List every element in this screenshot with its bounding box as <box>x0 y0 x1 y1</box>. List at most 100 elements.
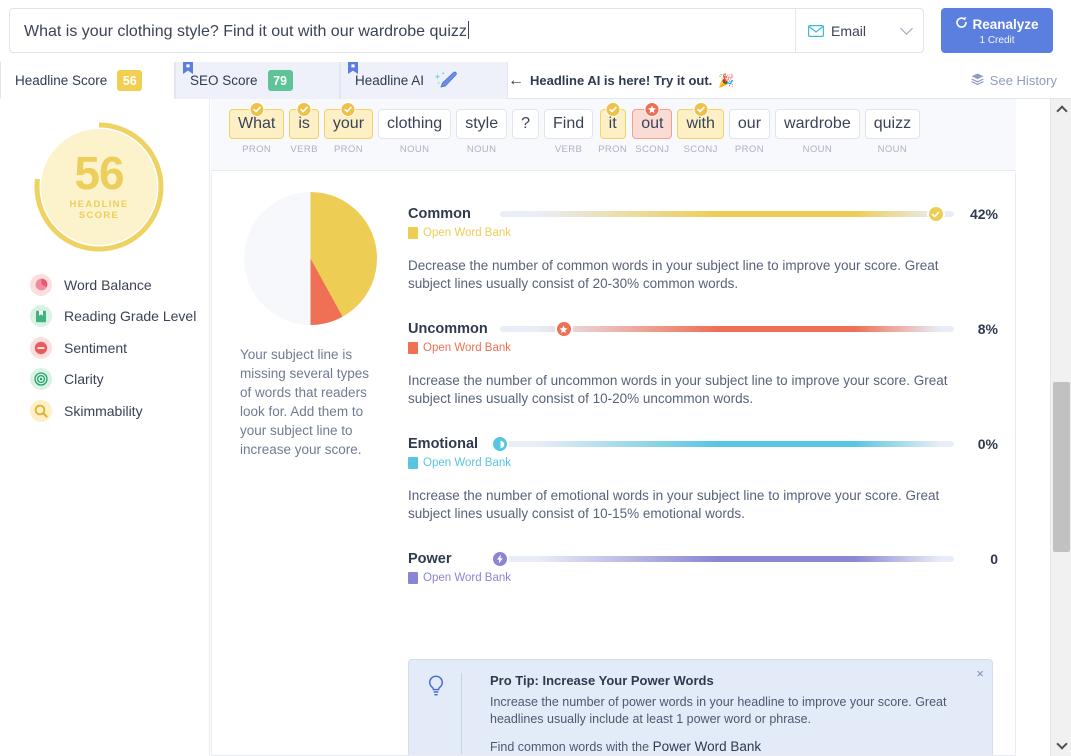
headline-input[interactable]: What is your clothing style? Find it out… <box>10 20 795 41</box>
word-pos-label: PRON <box>333 144 363 155</box>
sidebar-item-sentiment[interactable]: Sentiment <box>30 332 210 364</box>
chevron-down-icon <box>1055 738 1068 750</box>
vertical-scrollbar[interactable] <box>1050 99 1071 756</box>
open-word-bank-link[interactable]: Open Word Bank <box>408 342 998 354</box>
word-chip[interactable]: clothing <box>378 109 452 139</box>
word-chip-item[interactable]: your PRON <box>323 102 374 155</box>
close-icon[interactable]: × <box>976 666 984 681</box>
word-chip[interactable]: ? <box>512 109 539 139</box>
open-word-bank-link[interactable]: Open Word Bank <box>408 572 998 584</box>
open-word-bank-link[interactable]: Open Word Bank <box>408 227 998 239</box>
neutral-face-icon <box>30 336 52 359</box>
word-chip[interactable]: our <box>728 109 771 139</box>
metric-value: 8% <box>977 321 998 337</box>
gauge-score-value: 56 <box>74 147 124 200</box>
word-chip-item[interactable]: clothing NOUN <box>378 109 452 155</box>
word-pos-label: PRON <box>598 144 628 155</box>
metric-track <box>500 556 954 562</box>
word-balance-panel: Your subject line is missing several typ… <box>211 172 1016 756</box>
metric-name: Power <box>408 551 452 567</box>
word-chip[interactable]: quizz <box>864 109 921 139</box>
metric-slider[interactable] <box>491 434 954 454</box>
arrow-left-icon: ← <box>508 71 524 89</box>
tab-seo-score[interactable]: SEO Score 79 <box>175 62 340 99</box>
word-chip[interactable]: Find <box>544 109 594 139</box>
word-chip[interactable]: is <box>289 102 319 139</box>
magnifier-icon <box>30 399 52 422</box>
word-chip[interactable]: your <box>323 102 374 139</box>
word-chip[interactable]: it <box>599 102 626 139</box>
word-chip[interactable]: wardrobe <box>775 109 860 139</box>
metric-slider[interactable] <box>500 319 954 339</box>
word-chip-item[interactable]: wardrobe NOUN <box>775 109 860 155</box>
word-chip-item[interactable]: with SCONJ <box>677 102 724 155</box>
word-chip-item[interactable]: our PRON <box>728 109 771 155</box>
tab-headline-ai[interactable]: Headline AI <box>340 62 508 99</box>
sidebar-item-label: Sentiment <box>64 339 128 356</box>
gauge-label-line2: SCORE <box>78 210 120 222</box>
party-popper-icon: 🎉 <box>718 72 735 88</box>
word-chip[interactable]: What <box>229 102 285 139</box>
reanalyze-button[interactable]: Reanalyze 1 Credit <box>941 8 1053 53</box>
chevron-down-icon <box>900 21 913 35</box>
metric-slider[interactable] <box>491 549 954 569</box>
scroll-down-button[interactable] <box>1051 735 1071 756</box>
open-word-bank-label: Open Word Bank <box>423 227 512 239</box>
headline-input-container[interactable]: What is your clothing style? Find it out… <box>9 8 924 53</box>
sidebar-item-reading-grade-level[interactable]: Reading Grade Level <box>30 301 210 333</box>
sidebar-item-skimmability[interactable]: Skimmability <box>30 395 210 427</box>
metric-row: Power 0 Open Word Bank <box>408 549 998 584</box>
check-icon[interactable] <box>926 205 945 223</box>
tab-headline-score[interactable]: Headline Score 56 <box>0 62 175 100</box>
scroll-up-button[interactable] <box>1051 99 1071 120</box>
star-icon[interactable] <box>554 320 573 338</box>
envelope-icon <box>808 24 824 37</box>
tab-label: Headline AI <box>355 73 425 88</box>
sidebar-item-word-balance[interactable]: Word Balance <box>30 269 210 301</box>
check-badge-icon <box>249 102 265 117</box>
text-caret <box>467 20 469 39</box>
layers-icon <box>971 73 984 88</box>
bolt-icon[interactable] <box>491 550 509 568</box>
metric-row: Common 42% Open Word Bank Decrease the numb… <box>408 204 998 293</box>
word-chip[interactable]: style <box>456 109 508 139</box>
droplet-icon[interactable] <box>491 435 509 453</box>
see-history-button[interactable]: See History <box>971 62 1057 99</box>
scrollbar-thumb[interactable] <box>1053 382 1070 552</box>
word-chip[interactable]: with <box>677 102 724 139</box>
word-chip-item[interactable]: What PRON <box>229 102 285 155</box>
sidebar-item-label: Word Balance <box>64 276 152 293</box>
word-chip-item[interactable]: it PRON <box>598 102 628 155</box>
metric-description: Increase the number of uncommon words in… <box>408 373 948 406</box>
chevron-up-icon <box>1055 105 1068 117</box>
word-chip-item[interactable]: ? <box>512 109 539 144</box>
word-chip-item[interactable]: Find VERB <box>544 109 594 155</box>
sidebar-item-clarity[interactable]: Clarity <box>30 364 210 396</box>
tab-label: Headline Score <box>15 73 108 88</box>
star-badge-icon <box>644 102 660 117</box>
sidebar-item-label: Reading Grade Level <box>64 308 197 325</box>
gauge-label-line1: HEADLINE <box>69 198 129 210</box>
check-badge-icon <box>296 102 312 117</box>
metric-slider[interactable] <box>500 204 954 224</box>
open-word-bank-label: Open Word Bank <box>423 342 512 354</box>
bookmark-icon <box>348 62 358 75</box>
metric-value: 0 <box>990 551 998 567</box>
word-pos-label: VERB <box>290 144 318 155</box>
word-chip-item[interactable]: is VERB <box>289 102 319 155</box>
channel-select[interactable]: Email <box>795 9 923 52</box>
gauge-inner-disc: 56 HEADLINE SCORE <box>41 129 157 245</box>
word-chip-list: What PRON is VERB your PRON clothing NOUN style N… <box>229 102 921 155</box>
tab-bar: Headline Score 56 SEO Score 79 Headline … <box>0 62 1071 100</box>
word-chip[interactable]: out <box>632 102 673 139</box>
word-chip-item[interactable]: style NOUN <box>456 109 508 155</box>
word-chip-item[interactable]: out SCONJ <box>632 102 673 155</box>
power-word-bank-link[interactable]: Power Word Bank <box>653 739 762 754</box>
metric-row: Emotional 0% Open Word Bank Increase the nu… <box>408 434 998 523</box>
sidebar-item-label: Clarity <box>64 371 104 388</box>
word-chip-item[interactable]: quizz NOUN <box>864 109 921 155</box>
metric-rows: Common 42% Open Word Bank Decrease the numb… <box>408 204 998 594</box>
metric-name: Emotional <box>408 436 479 452</box>
open-word-bank-link[interactable]: Open Word Bank <box>408 457 998 469</box>
metric-name: Uncommon <box>408 321 488 337</box>
